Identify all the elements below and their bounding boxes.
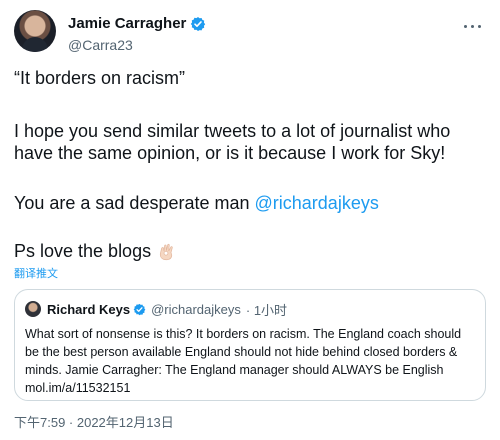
quoted-tweet-header: Richard Keys @richardajkeys · 1小时 [25,300,287,318]
mention-link[interactable]: @richardajkeys [255,193,379,213]
ok-hand-emoji-icon [160,243,173,261]
author-handle[interactable]: @Carra23 [68,37,133,53]
quoted-author-avatar [25,301,41,317]
quoted-tweet-text: What sort of nonsense is this? It border… [25,327,462,395]
quoted-tweet[interactable]: Richard Keys @richardajkeys · 1小时 What s… [14,289,486,401]
author-avatar[interactable] [14,10,56,52]
tweet-card: Jamie Carragher @Carra23 “It borders on … [0,0,500,440]
quoted-author-name: Richard Keys [47,301,131,317]
verified-badge-icon [191,17,206,31]
author-name-row: Jamie Carragher [68,15,206,33]
verified-badge-icon [133,303,146,315]
tweet-paragraph-2: I hope you send similar tweets to a lot … [14,121,451,163]
translate-tweet-link[interactable]: 翻译推文 [14,265,58,281]
tweet-paragraph-3: You are a sad desperate man @richardajke… [14,192,484,214]
tweet-paragraph-3-text: You are a sad desperate man [14,193,255,213]
tweet-paragraph-4-text: Ps love the blogs [14,241,152,261]
tweet-paragraph-4: Ps love the blogs [14,240,484,262]
more-options-icon[interactable] [458,14,486,38]
quoted-author-handle: @richardajkeys [151,301,241,317]
tweet-header: Jamie Carragher @Carra23 [14,10,486,58]
tweet-timestamp[interactable]: 下午7:59 · 2022年12月13日 [14,412,174,431]
author-name[interactable]: Jamie Carragher [68,15,186,33]
quoted-tweet-time: · 1小时 [245,302,288,318]
tweet-paragraph-1: “It borders on racism” [14,68,186,88]
